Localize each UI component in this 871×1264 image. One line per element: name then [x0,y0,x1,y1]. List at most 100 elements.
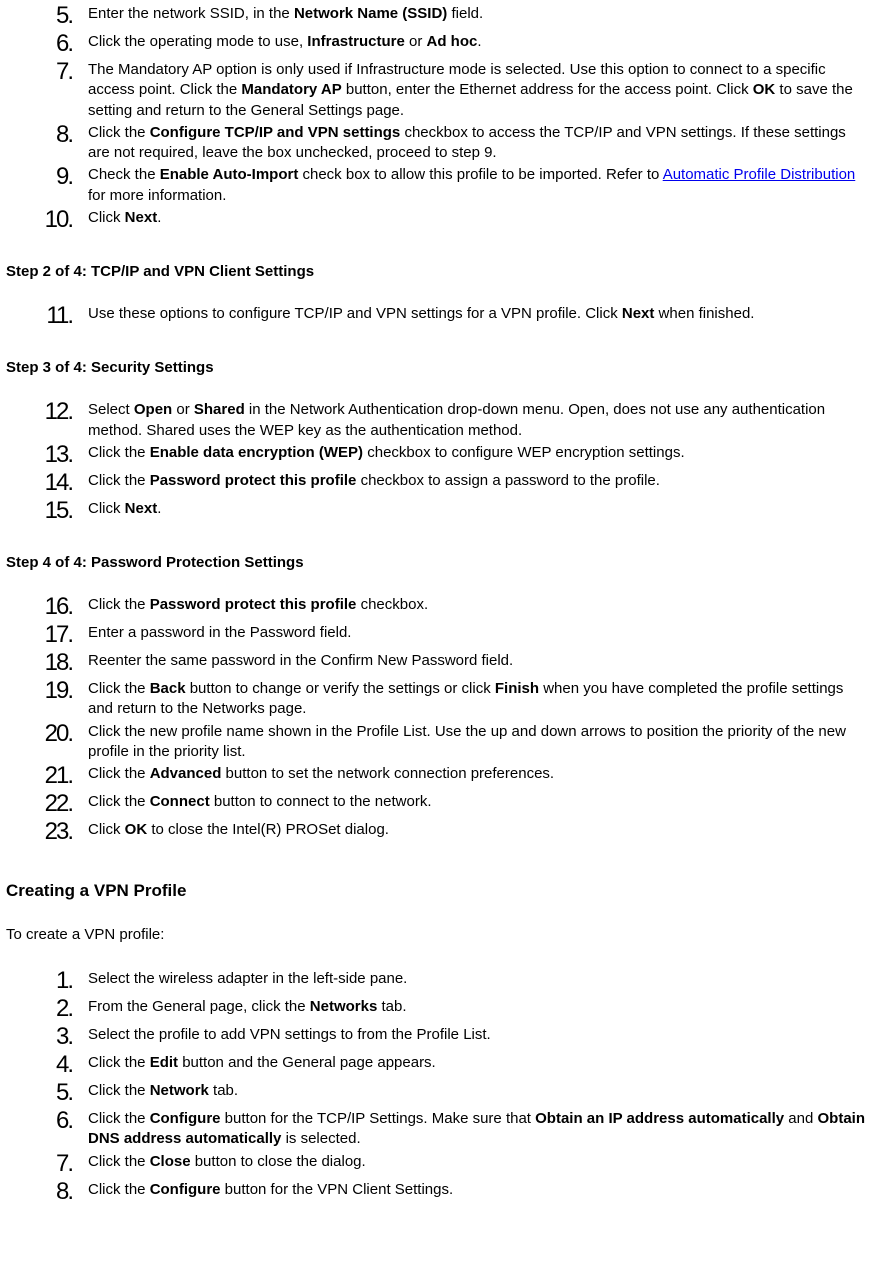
text: Select the wireless adapter in the left-… [88,970,407,987]
text: Reenter the same password in the Confirm… [88,652,513,669]
list-item-number: 12 [18,396,72,428]
text: when finished. [654,305,754,322]
text: . [157,209,161,226]
link-automatic-profile-distribution[interactable]: Automatic Profile Distribution [663,166,856,183]
text: is selected. [281,1130,360,1147]
text: button to close the dialog. [191,1153,366,1170]
list-item: 15Click Next. [6,499,865,525]
list-item: 5Click the Network tab. [6,1081,865,1107]
list-item-body: Click the Advanced button to set the net… [88,764,865,784]
list-item-body: Click the Password protect this profile … [88,471,865,491]
list-item-body: Click the operating mode to use, Infrast… [88,32,865,52]
list-item: 1Select the wireless adapter in the left… [6,969,865,995]
text: for more information. [88,187,226,204]
text: checkbox to assign a password to the pro… [356,472,660,489]
text: Click the [88,124,150,141]
bold-text: Edit [150,1054,178,1071]
text: Click the [88,680,150,697]
text: and [784,1110,817,1127]
list-item-body: Click the Connect button to connect to t… [88,792,865,812]
bold-text: Enable Auto-Import [160,166,299,183]
text: checkbox to configure WEP encryption set… [363,444,685,461]
list-item-number: 9 [18,161,72,193]
step2-heading: Step 2 of 4: TCP/IP and VPN Client Setti… [6,262,865,282]
text: From the General page, click the [88,998,310,1015]
list-item-number: 20 [18,718,72,750]
list-item-body: Enter a password in the Password field. [88,623,865,643]
list-item: 22Click the Connect button to connect to… [6,792,865,818]
list-item-body: Click the new profile name shown in the … [88,722,865,763]
list-item-number: 11 [18,300,72,332]
text: button to connect to the network. [210,793,432,810]
bold-text: Network [150,1082,209,1099]
text: button for the TCP/IP Settings. Make sur… [221,1110,536,1127]
list-item-number: 10 [18,204,72,236]
text: check box to allow this profile to be im… [298,166,662,183]
bold-text: Networks [310,998,378,1015]
text: . [477,33,481,50]
bold-text: Open [134,401,172,418]
text: Click the operating mode to use, [88,33,307,50]
bold-text: Password protect this profile [150,596,357,613]
list-item: 6Click the Configure button for the TCP/… [6,1109,865,1150]
bold-text: Mandatory AP [241,81,341,98]
list-item: 7The Mandatory AP option is only used if… [6,60,865,121]
list-item-number: 6 [18,1105,72,1137]
list-item-body: Click the Close button to close the dial… [88,1152,865,1172]
list-item: 18Reenter the same password in the Confi… [6,651,865,677]
vpn-step-list: 1Select the wireless adapter in the left… [6,969,865,1206]
step-list-2: 11Use these options to configure TCP/IP … [6,304,865,330]
list-item-body: Click Next. [88,499,865,519]
list-item: 9Check the Enable Auto-Import check box … [6,165,865,206]
list-item: 19Click the Back button to change or ver… [6,679,865,720]
list-item: 13Click the Enable data encryption (WEP)… [6,443,865,469]
text: Click the new profile name shown in the … [88,723,846,760]
list-item-body: Click the Password protect this profile … [88,595,865,615]
text: Enter the network SSID, in the [88,5,294,22]
list-item-number: 15 [18,495,72,527]
bold-text: Next [125,209,158,226]
list-item-body: Enter the network SSID, in the Network N… [88,4,865,24]
bold-text: OK [753,81,776,98]
list-item: 4Click the Edit button and the General p… [6,1053,865,1079]
bold-text: Close [150,1153,191,1170]
list-item-number: 23 [18,816,72,848]
text: button, enter the Ethernet address for t… [342,81,753,98]
bold-text: Enable data encryption (WEP) [150,444,363,461]
bold-text: Finish [495,680,539,697]
list-item-number: 8 [18,119,72,151]
list-item: 14Click the Password protect this profil… [6,471,865,497]
list-item: 20Click the new profile name shown in th… [6,722,865,763]
list-item: 7Click the Close button to close the dia… [6,1152,865,1178]
bold-text: Next [125,500,158,517]
list-item-body: Select the profile to add VPN settings t… [88,1025,865,1045]
bold-text: Connect [150,793,210,810]
list-item-number: 7 [18,56,72,88]
creating-vpn-profile-lead: To create a VPN profile: [6,925,865,945]
text: Click [88,821,125,838]
list-item-body: Reenter the same password in the Confirm… [88,651,865,671]
text: Click the [88,472,150,489]
creating-vpn-profile-heading: Creating a VPN Profile [6,880,865,903]
text: Click the [88,793,150,810]
list-item: 5Enter the network SSID, in the Network … [6,4,865,30]
text: checkbox. [356,596,428,613]
list-item-body: From the General page, click the Network… [88,997,865,1017]
list-item-body: Click OK to close the Intel(R) PROSet di… [88,820,865,840]
list-item: 8Click the Configure TCP/IP and VPN sett… [6,123,865,164]
list-item-body: Click the Configure TCP/IP and VPN setti… [88,123,865,164]
bold-text: Password protect this profile [150,472,357,489]
text: button to change or verify the settings … [186,680,495,697]
bold-text: Next [622,305,655,322]
step4-heading: Step 4 of 4: Password Protection Setting… [6,553,865,573]
bold-text: Configure [150,1181,221,1198]
step-list-3: 12Select Open or Shared in the Network A… [6,400,865,525]
step-list-4: 16Click the Password protect this profil… [6,595,865,846]
bold-text: Configure [150,1110,221,1127]
list-item-body: Click Next. [88,208,865,228]
text: Select the profile to add VPN settings t… [88,1026,491,1043]
list-item-body: Select the wireless adapter in the left-… [88,969,865,989]
text: . [157,500,161,517]
text: button for the VPN Client Settings. [221,1181,454,1198]
list-item-body: Select Open or Shared in the Network Aut… [88,400,865,441]
